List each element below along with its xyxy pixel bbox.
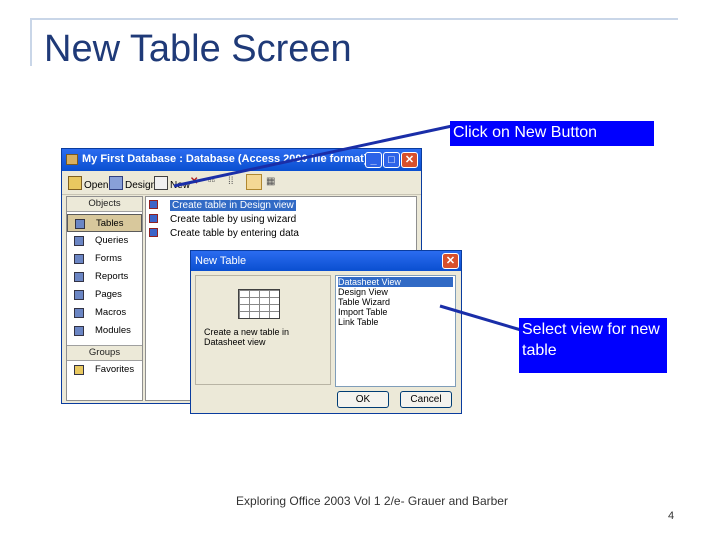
callout-new-button: Click on New Button (450, 121, 654, 146)
arrow-to-new-button (173, 124, 453, 188)
arrow-to-view-list (439, 304, 522, 332)
callout-arrows (173, 124, 522, 332)
callout-select-view: Select view for new table (519, 318, 667, 373)
slide-footer: Exploring Office 2003 Vol 1 2/e- Grauer … (236, 494, 508, 508)
page-number: 4 (668, 510, 675, 522)
